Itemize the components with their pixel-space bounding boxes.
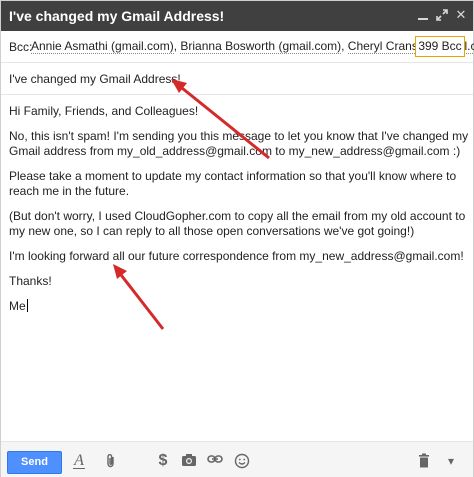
body-signature: Me (9, 299, 469, 314)
message-body[interactable]: Hi Family, Friends, and Colleagues! No, … (9, 104, 469, 324)
bcc-count-badge[interactable]: 399 Bcc (415, 36, 465, 57)
attach-icon[interactable] (101, 451, 121, 471)
send-button[interactable]: Send (7, 451, 62, 474)
photo-icon[interactable] (179, 451, 199, 471)
bcc-row[interactable]: Bcc: Annie Asmathi (gmail.com), Brianna … (1, 31, 474, 63)
body-paragraph: No, this isn't spam! I'm sending you thi… (9, 129, 469, 158)
bcc-recipient[interactable]: Annie Asmathi (gmail.com) (31, 39, 174, 54)
link-icon[interactable] (205, 451, 225, 471)
compose-title: I've changed my Gmail Address! (9, 8, 225, 24)
money-icon[interactable]: $ (153, 451, 173, 471)
compose-toolbar: Send A $ ▾ (1, 441, 473, 477)
more-options-icon[interactable]: ▾ (441, 451, 461, 471)
body-paragraph: I'm looking forward all our future corre… (9, 249, 464, 263)
emoji-icon[interactable] (232, 451, 252, 471)
signature-text: Me (9, 299, 26, 313)
body-paragraph: Please take a moment to update my contac… (9, 169, 457, 198)
bcc-recipient-list[interactable]: Annie Asmathi (gmail.com), Brianna Boswo… (31, 39, 474, 54)
subject-row[interactable]: I've changed my Gmail Address! (1, 63, 473, 95)
body-thanks: Thanks! (9, 274, 52, 288)
body-paragraph: (But don't worry, I used CloudGopher.com… (9, 209, 466, 238)
bcc-recipient[interactable]: Brianna Bosworth (gmail.com) (180, 39, 342, 54)
maximize-icon[interactable] (434, 7, 450, 23)
bcc-label: Bcc: (9, 40, 33, 54)
compose-window: I've changed my Gmail Address! ✕ Bcc: An… (0, 0, 474, 477)
formatting-icon[interactable]: A (69, 451, 89, 471)
compose-title-bar[interactable]: I've changed my Gmail Address! ✕ (1, 1, 473, 31)
close-icon[interactable]: ✕ (453, 7, 469, 23)
text-cursor (26, 299, 28, 312)
trash-icon[interactable] (414, 451, 434, 471)
subject-field[interactable]: I've changed my Gmail Address! (9, 72, 181, 86)
body-greeting: Hi Family, Friends, and Colleagues! (9, 104, 199, 118)
minimize-icon[interactable] (415, 7, 431, 23)
